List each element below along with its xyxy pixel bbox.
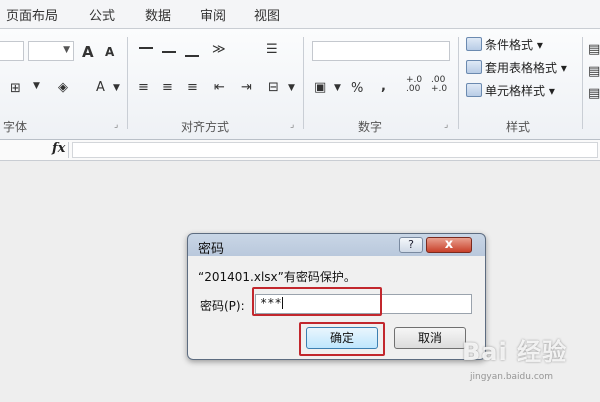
group-divider (127, 37, 128, 129)
chevron-down-icon[interactable]: ▼ (288, 83, 295, 93)
ok-highlight-box (299, 322, 385, 356)
font-size-combo[interactable]: ▼ (28, 41, 74, 61)
increase-decimal-button[interactable]: +.0 .00 (406, 76, 422, 94)
insert-function-button[interactable]: fx (52, 141, 65, 156)
currency-icon[interactable]: ▣ (314, 80, 326, 95)
chevron-down-icon[interactable]: ▼ (113, 83, 120, 93)
alignment-group-label: 对齐方式 (181, 120, 230, 134)
format-as-table-button[interactable]: 套用表格格式 ▾ (466, 59, 567, 76)
align-top-icon[interactable] (139, 47, 153, 49)
group-divider (458, 37, 459, 129)
password-highlight-box (252, 287, 382, 316)
formula-divider (68, 142, 69, 158)
tab-data[interactable]: 数据 (145, 5, 171, 24)
font-group-label: 字体 (3, 120, 28, 134)
cell-styles-icon (466, 83, 482, 97)
ribbon-tab-bar: 页面布局 公式 数据 审阅 视图 (0, 0, 600, 29)
chevron-down-icon[interactable]: ▼ (334, 83, 341, 93)
dialog-title: 密码 (198, 242, 225, 257)
chevron-down-icon[interactable]: ▼ (33, 81, 40, 91)
tab-review[interactable]: 审阅 (200, 5, 226, 24)
protection-message: “201401.xlsx”有密码保护。 (198, 270, 356, 284)
grow-font-button[interactable]: A (82, 43, 94, 61)
align-bottom-icon[interactable] (185, 55, 199, 57)
delete-cells-icon[interactable]: ▤ (588, 64, 600, 79)
tab-page-layout[interactable]: 页面布局 (6, 5, 58, 24)
wrap-text-icon[interactable]: ☰ (266, 42, 278, 57)
align-middle-icon[interactable] (162, 51, 176, 53)
dialog-launcher-icon[interactable]: ⌟ (114, 120, 118, 130)
orientation-icon[interactable]: ≫ (212, 42, 226, 57)
align-right-icon[interactable]: ≡ (187, 80, 198, 95)
cell-styles-button[interactable]: 单元格样式 ▾ (466, 82, 555, 99)
font-name-combo[interactable] (0, 41, 24, 61)
borders-icon[interactable]: ⊞ (10, 81, 21, 96)
dialog-launcher-icon[interactable]: ⌟ (444, 120, 448, 130)
align-left-icon[interactable]: ≡ (138, 80, 149, 95)
group-divider (582, 37, 583, 129)
number-group-label: 数字 (358, 120, 383, 134)
password-label: 密码(P): (200, 299, 245, 313)
conditional-format-icon (466, 37, 482, 51)
increase-indent-icon[interactable]: ⇥ (241, 80, 252, 95)
comma-style-button[interactable]: , (381, 79, 386, 94)
tab-formulas[interactable]: 公式 (89, 5, 115, 24)
dialog-launcher-icon[interactable]: ⌟ (290, 120, 294, 130)
decrease-decimal-button[interactable]: .00 +.0 (431, 76, 447, 94)
cancel-button[interactable]: 取消 (394, 327, 466, 349)
styles-group-label: 样式 (506, 120, 531, 134)
chevron-down-icon: ▼ (63, 45, 70, 55)
align-center-icon[interactable]: ≡ (162, 80, 173, 95)
decrease-indent-icon[interactable]: ⇤ (214, 80, 225, 95)
fill-color-icon[interactable]: ◈ (58, 80, 68, 95)
ribbon: ▼ A A ⊞ ▼ ◈ A ▼ 字体 ⌟ ≫ ☰ ≡ ≡ ≡ ⇤ ⇥ ⊟ ▼ 对… (0, 29, 600, 140)
font-color-button[interactable]: A (96, 80, 105, 95)
number-format-combo[interactable] (312, 41, 450, 61)
help-button[interactable]: ? (399, 237, 423, 253)
format-cells-icon[interactable]: ▤ (588, 86, 600, 101)
shrink-font-button[interactable]: A (105, 45, 114, 59)
watermark-logo: Bai 经验 (462, 338, 568, 366)
conditional-format-button[interactable]: 条件格式 ▾ (466, 36, 543, 53)
group-divider (303, 37, 304, 129)
insert-cells-icon[interactable]: ▤ (588, 42, 600, 57)
merge-center-icon[interactable]: ⊟ (268, 80, 279, 95)
tab-view[interactable]: 视图 (254, 5, 280, 24)
formula-input[interactable] (72, 142, 598, 158)
watermark-url: jingyan.baidu.com (470, 372, 554, 382)
percent-button[interactable]: % (351, 81, 363, 96)
close-button[interactable]: x (426, 237, 472, 253)
table-format-icon (466, 60, 482, 74)
